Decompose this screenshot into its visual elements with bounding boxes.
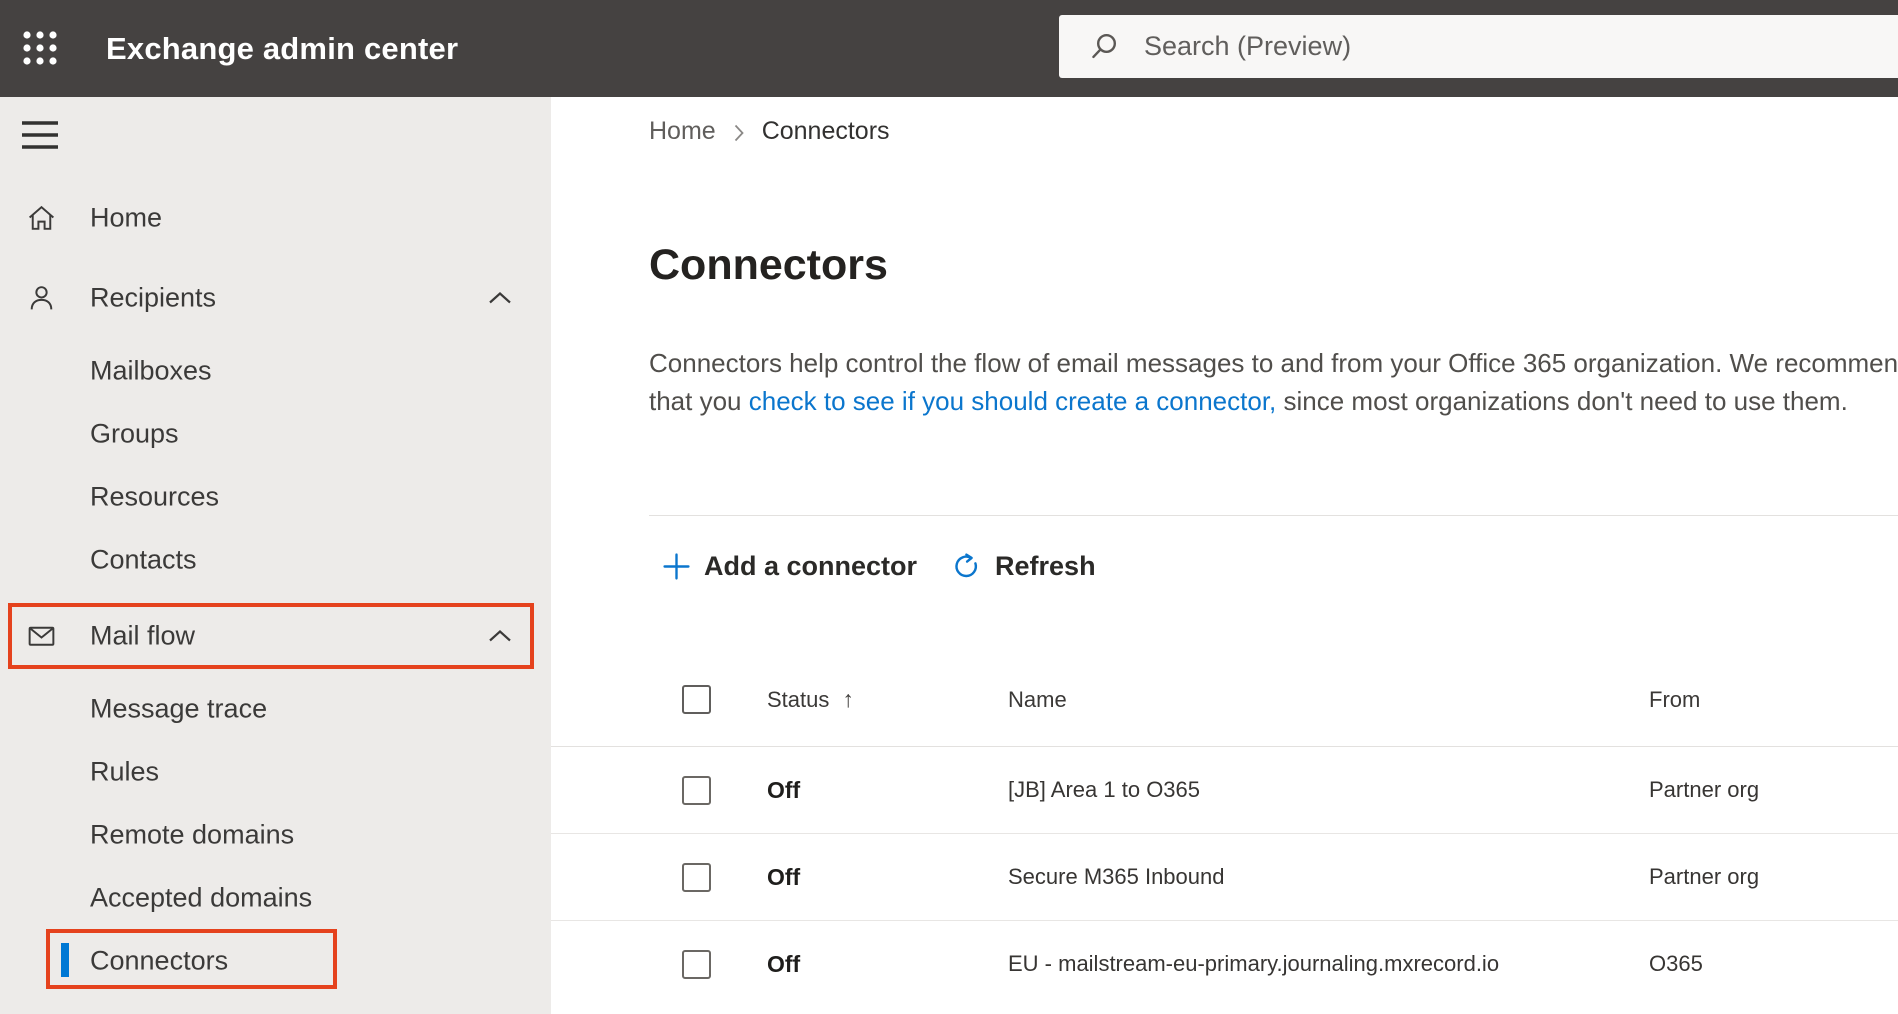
- person-icon: [25, 282, 58, 315]
- refresh-label: Refresh: [995, 550, 1096, 581]
- sidebar-item-connectors[interactable]: Connectors: [0, 929, 551, 992]
- app-title: Exchange admin center: [106, 30, 459, 66]
- refresh-icon: [951, 551, 982, 582]
- waffle-grid-icon: [23, 31, 57, 65]
- chevron-right-icon: [731, 122, 747, 144]
- sidebar-item-label: Home: [90, 202, 163, 233]
- exchange-admin-center: { "topbar": { "title": "Exchange admin c…: [0, 0, 1898, 1014]
- column-header-from[interactable]: From: [1649, 687, 1869, 713]
- column-header-status[interactable]: Status ↑: [767, 686, 1008, 713]
- add-connector-label: Add a connector: [704, 550, 918, 581]
- sidebar-item-contacts[interactable]: Contacts: [0, 528, 551, 591]
- main-content: Home Connectors Connectors Connectors he…: [551, 97, 1898, 1014]
- column-header-name[interactable]: Name: [1008, 687, 1649, 713]
- sidebar-item-rules[interactable]: Rules: [0, 740, 551, 803]
- chevron-up-icon: [487, 628, 513, 644]
- sidebar-item-label: Message trace: [90, 693, 268, 723]
- sidebar-item-accepted-domains[interactable]: Accepted domains: [0, 866, 551, 929]
- plus-icon: [662, 552, 691, 581]
- refresh-button[interactable]: Refresh: [951, 551, 1096, 582]
- breadcrumb-current: Connectors: [761, 116, 890, 145]
- sidebar-item-label: Accepted domains: [90, 882, 313, 912]
- column-header-label: Status: [767, 686, 830, 712]
- toolbar: Add a connector Refresh: [551, 516, 1898, 616]
- sidebar-item-label: Remote domains: [90, 819, 295, 849]
- sidebar-item-label: Mailboxes: [90, 355, 212, 385]
- sidebar-nav: Home Recipients Mailboxes Groups Resourc…: [0, 185, 551, 992]
- name-cell: EU - mailstream-eu-primary.journaling.mx…: [1008, 951, 1500, 976]
- home-icon: [25, 202, 58, 235]
- search-input[interactable]: [1142, 30, 1786, 63]
- sidebar-item-message-trace[interactable]: Message trace: [0, 677, 551, 740]
- name-cell: Secure M365 Inbound: [1008, 864, 1225, 889]
- create-connector-check-link[interactable]: check to see if you should create a conn…: [749, 386, 1277, 416]
- table-row[interactable]: Off [JB] Area 1 to O365 Partner org: [551, 747, 1898, 834]
- app-launcher-icon[interactable]: [18, 26, 62, 70]
- sidebar-item-recipients[interactable]: Recipients: [0, 265, 551, 331]
- from-cell: O365: [1649, 951, 1703, 976]
- envelope-icon: [25, 620, 58, 653]
- table-header-row: Status ↑ Name From: [551, 653, 1898, 747]
- sidebar-item-label: Mail flow: [90, 620, 196, 651]
- table-row[interactable]: Off Secure M365 Inbound Partner org: [551, 834, 1898, 921]
- row-checkbox[interactable]: [682, 862, 711, 892]
- add-connector-button[interactable]: Add a connector: [662, 551, 917, 582]
- sidebar-item-remote-domains[interactable]: Remote domains: [0, 803, 551, 866]
- status-cell: Off: [767, 776, 801, 803]
- topbar: Exchange admin center: [0, 0, 1898, 97]
- name-cell: [JB] Area 1 to O365: [1008, 777, 1201, 802]
- sidebar-item-label: Recipients: [90, 282, 217, 313]
- status-cell: Off: [767, 863, 801, 890]
- search-icon: [1088, 31, 1120, 63]
- sidebar: Home Recipients Mailboxes Groups Resourc…: [0, 97, 551, 1014]
- page-description: Connectors help control the flow of emai…: [649, 344, 1898, 420]
- chevron-up-icon: [487, 290, 513, 306]
- sidebar-item-label: Resources: [90, 481, 220, 511]
- sidebar-item-label: Rules: [90, 756, 160, 786]
- row-checkbox[interactable]: [682, 775, 711, 805]
- from-cell: Partner org: [1649, 864, 1760, 889]
- selected-indicator: [61, 943, 69, 977]
- select-all-checkbox[interactable]: [682, 685, 711, 714]
- sidebar-item-label: Connectors: [90, 945, 229, 975]
- sort-ascending-icon: ↑: [842, 686, 854, 712]
- search-box[interactable]: [1059, 15, 1898, 78]
- breadcrumb-home-link[interactable]: Home: [649, 117, 716, 146]
- nav-menu-icon[interactable]: [22, 117, 58, 153]
- breadcrumb: Home Connectors: [649, 116, 1898, 146]
- row-checkbox[interactable]: [682, 949, 711, 979]
- sidebar-item-home[interactable]: Home: [0, 185, 551, 251]
- from-cell: Partner org: [1649, 777, 1760, 802]
- sidebar-item-mailboxes[interactable]: Mailboxes: [0, 339, 551, 402]
- sidebar-item-label: Contacts: [90, 544, 197, 574]
- status-cell: Off: [767, 950, 801, 977]
- description-text: since most organizations don't need to u…: [1276, 386, 1848, 416]
- sidebar-item-label: Groups: [90, 418, 179, 448]
- sidebar-item-resources[interactable]: Resources: [0, 465, 551, 528]
- sidebar-item-groups[interactable]: Groups: [0, 402, 551, 465]
- page-title: Connectors: [649, 241, 888, 289]
- sidebar-item-mail-flow[interactable]: Mail flow: [8, 603, 534, 669]
- table-row[interactable]: Off EU - mailstream-eu-primary.journalin…: [551, 921, 1898, 1007]
